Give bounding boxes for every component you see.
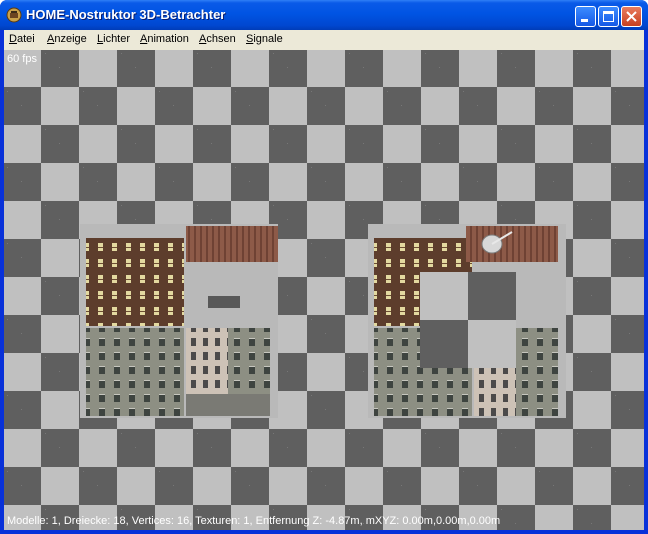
- menu-signale-label: ignale: [253, 33, 283, 45]
- hole-light-square: [420, 272, 468, 320]
- fps-counter: 60 fps: [7, 53, 37, 65]
- menu-lichter[interactable]: Lichter: [97, 33, 130, 45]
- title-bar[interactable]: HOME-Nostruktor 3D-Betrachter: [0, 0, 648, 30]
- facade-light-texture: [516, 328, 558, 416]
- maximize-button[interactable]: [598, 6, 619, 27]
- texture-model-right: [368, 224, 566, 418]
- 3d-viewport[interactable]: 60 fps Modelle: 1, Dreiecke: 18, Vertice…: [4, 50, 644, 530]
- menu-anzeige-label: nzeige: [54, 33, 87, 45]
- hole-dark-square: [420, 320, 468, 368]
- roof-texture: [466, 226, 558, 262]
- close-button[interactable]: [621, 6, 642, 27]
- facade-base-texture: [186, 394, 270, 416]
- menu-achsen[interactable]: Achsen: [199, 33, 236, 45]
- menu-datei-accel: D: [9, 33, 17, 45]
- menu-animation[interactable]: Animation: [140, 33, 189, 45]
- menu-datei[interactable]: Datei: [9, 33, 35, 45]
- close-icon: [626, 11, 637, 22]
- menu-achsen-label: chsen: [206, 33, 236, 45]
- hole-light-square: [468, 320, 516, 368]
- minimize-icon: [581, 19, 588, 22]
- status-line: Modelle: 1, Dreiecke: 18, Vertices: 16, …: [7, 515, 501, 527]
- roof-texture: [186, 226, 278, 262]
- menu-bar: Datei Anzeige Lichter Animation Achsen S…: [4, 30, 644, 49]
- app-window: HOME-Nostruktor 3D-Betrachter Datei Anze…: [0, 0, 648, 534]
- maximize-icon: [603, 11, 614, 22]
- minimize-button[interactable]: [575, 6, 596, 27]
- window-title: HOME-Nostruktor 3D-Betrachter: [26, 7, 226, 22]
- menu-lichter-label: ichter: [103, 33, 131, 45]
- client-area: Datei Anzeige Lichter Animation Achsen S…: [4, 30, 644, 530]
- app-icon[interactable]: [6, 7, 22, 23]
- menu-anzeige[interactable]: Anzeige: [47, 33, 87, 45]
- menu-animation-label: nimation: [147, 33, 189, 45]
- facade-brick-texture: [86, 238, 184, 326]
- menu-datei-label: atei: [16, 33, 35, 45]
- menu-signale[interactable]: Signale: [246, 33, 283, 45]
- facade-grey-texture: [86, 328, 184, 416]
- hole-dark-square: [468, 272, 516, 320]
- small-windows-texture: [208, 296, 240, 308]
- texture-model-left: [80, 224, 278, 418]
